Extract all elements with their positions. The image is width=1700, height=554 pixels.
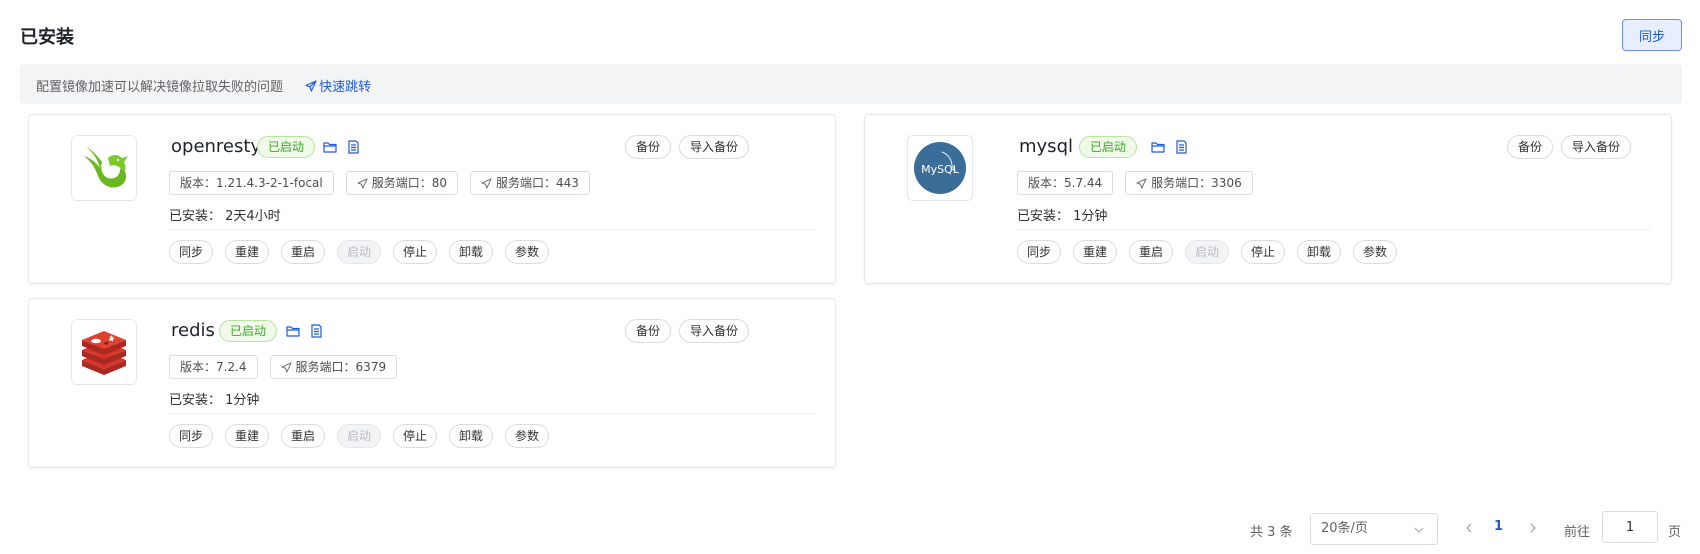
port-label: 服务端口：3306 (1151, 176, 1242, 190)
next-page-icon[interactable] (1526, 521, 1540, 535)
port-label: 服务端口：80 (371, 176, 448, 190)
stop-button[interactable]: 停止 (393, 240, 437, 264)
divider (1017, 229, 1651, 230)
action-buttons: 同步 重建 重启 启动 停止 卸载 参数 (169, 240, 549, 264)
mirror-notice: 配置镜像加速可以解决镜像拉取失败的问题 快速跳转 (20, 64, 1682, 104)
sync-action-button[interactable]: 同步 (169, 424, 213, 448)
start-button: 启动 (337, 240, 381, 264)
import-backup-button[interactable]: 导入备份 (1561, 135, 1632, 159)
backup-button[interactable]: 备份 (1507, 135, 1554, 159)
rebuild-button[interactable]: 重建 (225, 240, 269, 264)
page-title: 已安装 (20, 27, 74, 48)
port-tag[interactable]: 服务端口：6379 (269, 355, 398, 379)
divider (169, 413, 815, 414)
redis-logo (71, 319, 137, 385)
port-tag[interactable]: 服务端口：3306 (1125, 171, 1253, 195)
app-name: openresty (171, 136, 262, 157)
mysql-logo-text: MySQL (921, 163, 960, 176)
chevron-down-icon (1414, 527, 1424, 533)
redis-stack-icon (82, 331, 126, 375)
start-button: 启动 (1185, 240, 1229, 264)
action-buttons: 同步 重建 重启 启动 停止 卸载 参数 (169, 424, 549, 448)
app-card-redis: redis 已启动 备份 导入备份 版本：7.2.4 服务端口：6379 已安装… (28, 298, 836, 468)
installed-time: 已安装： 1分钟 (1017, 209, 1108, 224)
port-label: 服务端口：6379 (295, 360, 387, 374)
divider (169, 229, 815, 230)
version-tag: 版本：7.2.4 (169, 355, 258, 379)
installed-time: 已安装： 2天4小时 (169, 209, 281, 224)
send-icon (357, 177, 368, 189)
stop-button[interactable]: 停止 (1241, 240, 1285, 264)
page-header: 已安装 同步 (20, 18, 1682, 52)
status-badge: 已启动 (257, 136, 316, 158)
stop-button[interactable]: 停止 (393, 424, 437, 448)
app-name: redis (171, 320, 215, 341)
backup-button[interactable]: 备份 (625, 135, 672, 159)
port-tag[interactable]: 服务端口：443 (470, 171, 590, 195)
app-card-mysql: MySQL mysql 已启动 备份 导入备份 版本：5.7.44 服务端口：3… (864, 114, 1672, 284)
uninstall-button[interactable]: 卸载 (1297, 240, 1341, 264)
info-row: 版本：7.2.4 服务端口：6379 (169, 355, 398, 379)
page-unit-label: 页 (1668, 525, 1682, 540)
page-number-current[interactable]: 1 (1494, 519, 1503, 534)
info-row: 版本：5.7.44 服务端口：3306 (1017, 171, 1253, 195)
app-card-openresty: openresty 已启动 备份 导入备份 版本：1.21.4.3-2-1-fo… (28, 114, 836, 284)
version-tag: 版本：5.7.44 (1017, 171, 1114, 195)
rebuild-button[interactable]: 重建 (225, 424, 269, 448)
document-icon[interactable] (1173, 139, 1189, 155)
installed-time: 已安装： 1分钟 (169, 393, 260, 408)
status-badge: 已启动 (1079, 136, 1138, 158)
version-tag: 版本：1.21.4.3-2-1-focal (169, 171, 334, 195)
start-button: 启动 (337, 424, 381, 448)
openresty-bird-icon (84, 146, 128, 188)
sync-action-button[interactable]: 同步 (1017, 240, 1061, 264)
status-badge: 已启动 (219, 320, 278, 342)
page-size-value: 20条/页 (1321, 521, 1368, 536)
params-button[interactable]: 参数 (505, 240, 549, 264)
pagination-total: 共 3 条 (1250, 525, 1293, 540)
prev-page-icon[interactable] (1462, 521, 1476, 535)
backup-button[interactable]: 备份 (625, 319, 672, 343)
uninstall-button[interactable]: 卸载 (449, 424, 493, 448)
uninstall-button[interactable]: 卸载 (449, 240, 493, 264)
sync-button[interactable]: 同步 (1622, 19, 1682, 51)
installed-apps-page: 已安装 同步 配置镜像加速可以解决镜像拉取失败的问题 快速跳转 openrest… (0, 0, 1700, 554)
folder-icon[interactable] (322, 139, 338, 155)
restart-button[interactable]: 重启 (1129, 240, 1173, 264)
goto-label: 前往 (1564, 525, 1591, 540)
restart-button[interactable]: 重启 (281, 240, 325, 264)
document-icon[interactable] (308, 323, 324, 339)
port-tag[interactable]: 服务端口：80 (345, 171, 459, 195)
send-icon (481, 177, 492, 189)
restart-button[interactable]: 重启 (281, 424, 325, 448)
page-size-select[interactable]: 20条/页 (1310, 513, 1438, 545)
app-name: mysql (1019, 136, 1073, 157)
info-row: 版本：1.21.4.3-2-1-focal 服务端口：80 服务端口：443 (169, 171, 590, 195)
params-button[interactable]: 参数 (1353, 240, 1397, 264)
port-label: 服务端口：443 (496, 176, 579, 190)
mysql-logo: MySQL (907, 135, 973, 201)
import-backup-button[interactable]: 导入备份 (679, 135, 750, 159)
send-icon (280, 361, 292, 373)
import-backup-button[interactable]: 导入备份 (679, 319, 750, 343)
quick-jump-link[interactable]: 快速跳转 (305, 80, 371, 95)
sync-action-button[interactable]: 同步 (169, 240, 213, 264)
send-icon (1136, 177, 1147, 189)
params-button[interactable]: 参数 (505, 424, 549, 448)
document-icon[interactable] (345, 139, 361, 155)
mysql-dolphin-icon: MySQL (914, 142, 966, 194)
notice-text: 配置镜像加速可以解决镜像拉取失败的问题 (36, 80, 284, 95)
quick-jump-label: 快速跳转 (319, 80, 372, 95)
goto-page-input[interactable] (1602, 511, 1658, 543)
folder-icon[interactable] (285, 323, 301, 339)
send-icon (305, 80, 317, 92)
openresty-logo (71, 135, 137, 201)
rebuild-button[interactable]: 重建 (1073, 240, 1117, 264)
action-buttons: 同步 重建 重启 启动 停止 卸载 参数 (1017, 240, 1397, 264)
folder-icon[interactable] (1150, 139, 1166, 155)
